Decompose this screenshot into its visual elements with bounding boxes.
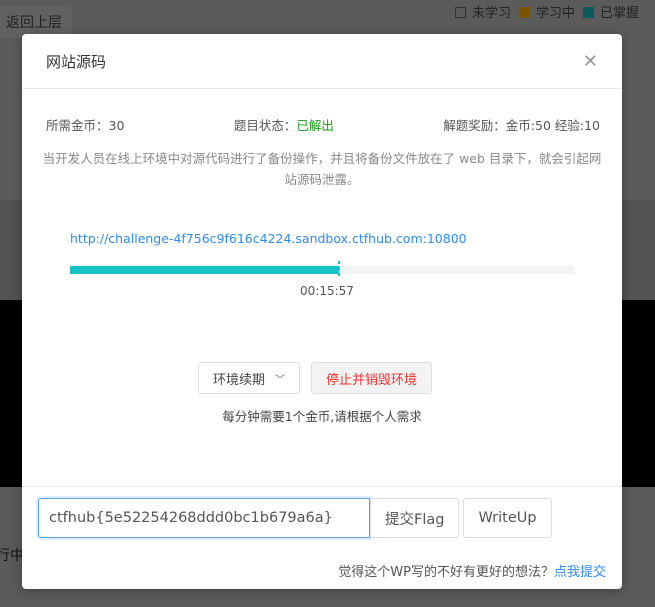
legend-label: 学习中 bbox=[536, 6, 576, 21]
renew-dropdown-button[interactable]: 环境续期 ﹀ bbox=[198, 362, 301, 394]
legend-item: 已掌握 bbox=[583, 2, 639, 21]
divider bbox=[22, 486, 622, 487]
feedback-row: 觉得这个WP写的不好有更好的想法？点我提交 bbox=[338, 561, 606, 580]
status-label: 题目状态： bbox=[233, 118, 297, 133]
challenge-description: 当开发人员在线上环境中对源代码进行了备份操作，并且将备份文件放在了 web 目录… bbox=[42, 151, 602, 187]
legend-label: 已掌握 bbox=[600, 6, 640, 21]
destroy-environment-button[interactable]: 停止并销毁环境 bbox=[311, 362, 433, 394]
chevron-down-icon: ﹀ bbox=[275, 374, 286, 386]
reward-label: 解题奖励： bbox=[443, 118, 506, 133]
challenge-modal: 网站源码 ✕ 所需金币：30 题目状态：已解出 解题奖励：金币:50 经验:10… bbox=[22, 34, 622, 589]
time-progress-bar bbox=[70, 261, 574, 279]
status-info: 题目状态：已解出 bbox=[234, 115, 334, 134]
progress-fill bbox=[70, 261, 341, 279]
legend-item: 学习中 bbox=[519, 2, 575, 21]
challenge-url-link[interactable]: http://challenge-4f756c9f616c4224.sandbo… bbox=[70, 231, 467, 246]
cost-value: 30 bbox=[108, 118, 125, 133]
challenge-info: 所需金币：30 题目状态：已解出 解题奖励：金币:50 经验:10 bbox=[22, 115, 622, 134]
submit-flag-button[interactable]: 提交Flag bbox=[370, 498, 460, 538]
reward-info: 解题奖励：金币:50 经验:10 bbox=[443, 115, 600, 134]
background-text: 行中 bbox=[0, 548, 24, 564]
modal-title: 网站源码 bbox=[46, 52, 107, 71]
legend-item: 未学习 bbox=[455, 2, 511, 21]
cost-info: 所需金币：30 bbox=[46, 115, 124, 134]
cost-note: 每分钟需要1个金币,请根据个人需求 bbox=[222, 409, 422, 424]
feedback-link[interactable]: 点我提交 bbox=[554, 565, 606, 580]
feedback-text: 觉得这个WP写的不好有更好的想法？ bbox=[338, 565, 554, 580]
close-icon[interactable]: ✕ bbox=[583, 51, 598, 72]
writeup-button[interactable]: WriteUp bbox=[463, 498, 552, 538]
modal-header: 网站源码 ✕ bbox=[22, 34, 622, 89]
legend-label: 未学习 bbox=[472, 6, 512, 21]
flag-input[interactable] bbox=[38, 498, 370, 538]
reward-value: 金币:50 经验:10 bbox=[505, 118, 600, 133]
time-remaining: 00:15:57 bbox=[300, 284, 354, 298]
cost-label: 所需金币： bbox=[46, 118, 109, 133]
renew-label: 环境续期 bbox=[213, 372, 266, 388]
status-badge: 已解出 bbox=[296, 118, 334, 133]
status-legend: 未学习 学习中 已掌握 bbox=[455, 2, 639, 21]
